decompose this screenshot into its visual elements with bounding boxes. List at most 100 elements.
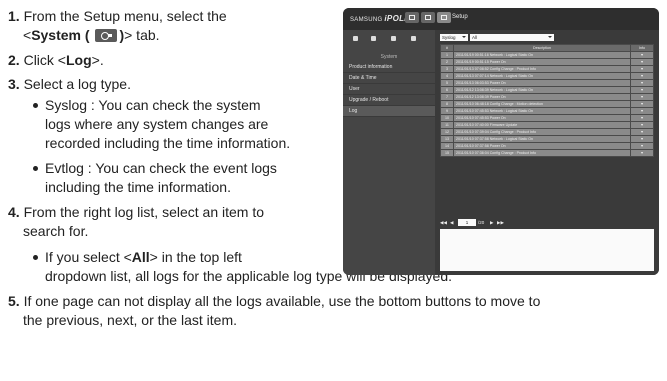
step-5-line-2: the previous, next, or the last item.	[23, 312, 237, 328]
next-page-button[interactable]: ▶	[490, 219, 493, 226]
row-number: 2	[440, 58, 454, 66]
info-expand-icon[interactable]: ▼	[630, 51, 654, 59]
row-description: 2011/01/10 07:45:53 Power On	[453, 114, 631, 122]
table-row[interactable]: 9 2011/01/10 07:45:53 Network : Logical S…	[440, 107, 654, 115]
row-description: 2011/01/10 07:45:53 Network : Logical St…	[453, 107, 631, 115]
info-expand-icon[interactable]: ▼	[630, 58, 654, 66]
prev-page-button[interactable]: ◀	[450, 219, 453, 226]
row-number: 13	[440, 135, 454, 143]
info-expand-icon[interactable]: ▼	[630, 142, 654, 150]
step-2: 2. Click <Log>.	[8, 52, 104, 68]
syslog-line-2: logs where any system changes are	[45, 116, 269, 132]
row-number: 1	[440, 51, 454, 59]
row-number: 5	[440, 79, 454, 87]
col-header-info: Info	[630, 44, 654, 52]
log-filter-select[interactable]: All	[470, 34, 554, 41]
row-description: 2011/01/10 07:37:58 Network : Logical St…	[453, 135, 631, 143]
table-row[interactable]: 11 2011/01/10 07:40:00 Firmware Update ▼	[440, 121, 654, 129]
row-description: 2011/01/19 00:51:15 Power On	[453, 58, 631, 66]
row-description: 2011/01/19 00:51:16 Network : Logical St…	[453, 51, 631, 59]
menu-item-log[interactable]: Log	[343, 106, 435, 117]
page-total: /20	[478, 220, 485, 225]
step-1: 1. From the Setup menu, select the	[8, 8, 227, 24]
row-description: 2011/01/12 13:08:39 Power On	[453, 93, 631, 101]
page-input[interactable]: 1	[458, 219, 476, 226]
row-description: 2011/01/12 13:08:39 Network : Logical St…	[453, 86, 631, 94]
row-number: 6	[440, 86, 454, 94]
info-expand-icon[interactable]: ▼	[630, 121, 654, 129]
table-row[interactable]: 4 2011/01/13 07:07:14 Network : Logical S…	[440, 72, 654, 80]
bullet-dot	[33, 255, 38, 260]
network-icon[interactable]	[371, 36, 376, 41]
info-expand-icon[interactable]: ▼	[630, 100, 654, 108]
step-1-line-2: <System ( )> tab.	[23, 27, 160, 43]
table-row[interactable]: 5 2011/01/13 06:03:53 Power On ▼	[440, 79, 654, 87]
info-expand-icon[interactable]: ▼	[630, 93, 654, 101]
info-expand-icon[interactable]: ▼	[630, 72, 654, 80]
log-type-select[interactable]: Syslog	[440, 34, 468, 41]
row-number: 15	[440, 149, 454, 157]
syslog-line-1: Syslog : You can check the system	[45, 97, 261, 113]
event-icon[interactable]	[391, 36, 396, 41]
table-row[interactable]: 6 2011/01/12 13:08:39 Network : Logical S…	[440, 86, 654, 94]
sidebar-icon-row	[343, 33, 435, 45]
log-panel: Syslog All # Description Info 1 2011/01/1…	[436, 30, 659, 275]
first-page-button[interactable]: ◀◀	[440, 219, 447, 226]
info-expand-icon[interactable]: ▼	[630, 128, 654, 136]
menu-item-date-time[interactable]: Date & Time	[343, 73, 435, 84]
system-icon[interactable]	[411, 36, 416, 41]
info-expand-icon[interactable]: ▼	[630, 149, 654, 157]
setup-tab-icon[interactable]	[437, 12, 451, 23]
step-3: 3. Select a log type.	[8, 76, 131, 92]
system-label: System	[380, 54, 398, 60]
menu-item-product-information[interactable]: Product information	[343, 62, 435, 73]
table-row[interactable]: 7 2011/01/12 13:08:39 Power On ▼	[440, 93, 654, 101]
row-number: 9	[440, 107, 454, 115]
row-number: 3	[440, 65, 454, 73]
evtlog-line-2: including the time information.	[45, 179, 231, 195]
row-number: 10	[440, 114, 454, 122]
col-header-number: #	[440, 44, 454, 52]
info-expand-icon[interactable]: ▼	[630, 65, 654, 73]
info-expand-icon[interactable]: ▼	[630, 107, 654, 115]
table-row[interactable]: 12 2011/01/10 07:39:04 Config Change : Pr…	[440, 128, 654, 136]
table-row[interactable]: 8 2011/01/10 06:48:18 Config Change : Mot…	[440, 100, 654, 108]
table-row[interactable]: 3 2011/01/13 07:08:52 Config Change : Pro…	[440, 65, 654, 73]
info-expand-icon[interactable]: ▼	[630, 79, 654, 87]
row-description: 2011/01/10 07:39:04 Config Change : Prod…	[453, 128, 631, 136]
system-menu: Product information Date & Time User Upg…	[343, 62, 435, 117]
all-line-1: If you select <All> in the top left	[45, 249, 242, 265]
video-icon[interactable]	[353, 36, 358, 41]
top-bar: SAMSUNG iPOLiS Setup	[343, 8, 659, 30]
step-5: 5. If one page can not display all the l…	[8, 293, 541, 309]
table-row[interactable]: 2 2011/01/19 00:51:15 Power On ▼	[440, 58, 654, 66]
row-description: 2011/01/10 06:48:18 Config Change : Moti…	[453, 100, 631, 108]
bullet-dot	[33, 103, 38, 108]
menu-item-upgrade-reboot[interactable]: Upgrade / Reboot	[343, 95, 435, 106]
evtlog-line-1: Evtlog : You can check the event logs	[45, 160, 277, 176]
logo: SAMSUNG iPOLiS	[350, 14, 413, 23]
table-row[interactable]: 10 2011/01/10 07:45:53 Power On ▼	[440, 114, 654, 122]
table-row[interactable]: 1 2011/01/19 00:51:16 Network : Logical S…	[440, 51, 654, 59]
log-setup-screenshot: SAMSUNG iPOLiS Setup System Product info…	[343, 8, 659, 275]
info-expand-icon[interactable]: ▼	[630, 86, 654, 94]
table-row[interactable]: 13 2011/01/10 07:37:58 Network : Logical …	[440, 135, 654, 143]
playback-tab-icon[interactable]	[421, 12, 435, 23]
sidebar: System Product information Date & Time U…	[343, 30, 435, 275]
setup-gear-icon	[95, 29, 118, 42]
info-expand-icon[interactable]: ▼	[630, 135, 654, 143]
row-description: 2011/01/13 06:03:53 Power On	[453, 79, 631, 87]
syslog-line-3: recorded including the time information.	[45, 135, 291, 151]
log-detail-box	[440, 229, 654, 271]
table-row[interactable]: 14 2011/01/10 07:37:58 Power On ▼	[440, 142, 654, 150]
bullet-dot	[33, 166, 38, 171]
row-number: 4	[440, 72, 454, 80]
row-number: 14	[440, 142, 454, 150]
monitor-tab-icon[interactable]	[405, 12, 419, 23]
last-page-button[interactable]: ▶▶	[497, 219, 504, 226]
info-expand-icon[interactable]: ▼	[630, 114, 654, 122]
log-table: # Description Info 1 2011/01/19 00:51:16 …	[440, 44, 654, 157]
table-row[interactable]: 15 2011/01/10 07:36:04 Config Change : Pr…	[440, 149, 654, 157]
menu-item-user[interactable]: User	[343, 84, 435, 95]
step-4-line-2: search for.	[23, 223, 89, 239]
